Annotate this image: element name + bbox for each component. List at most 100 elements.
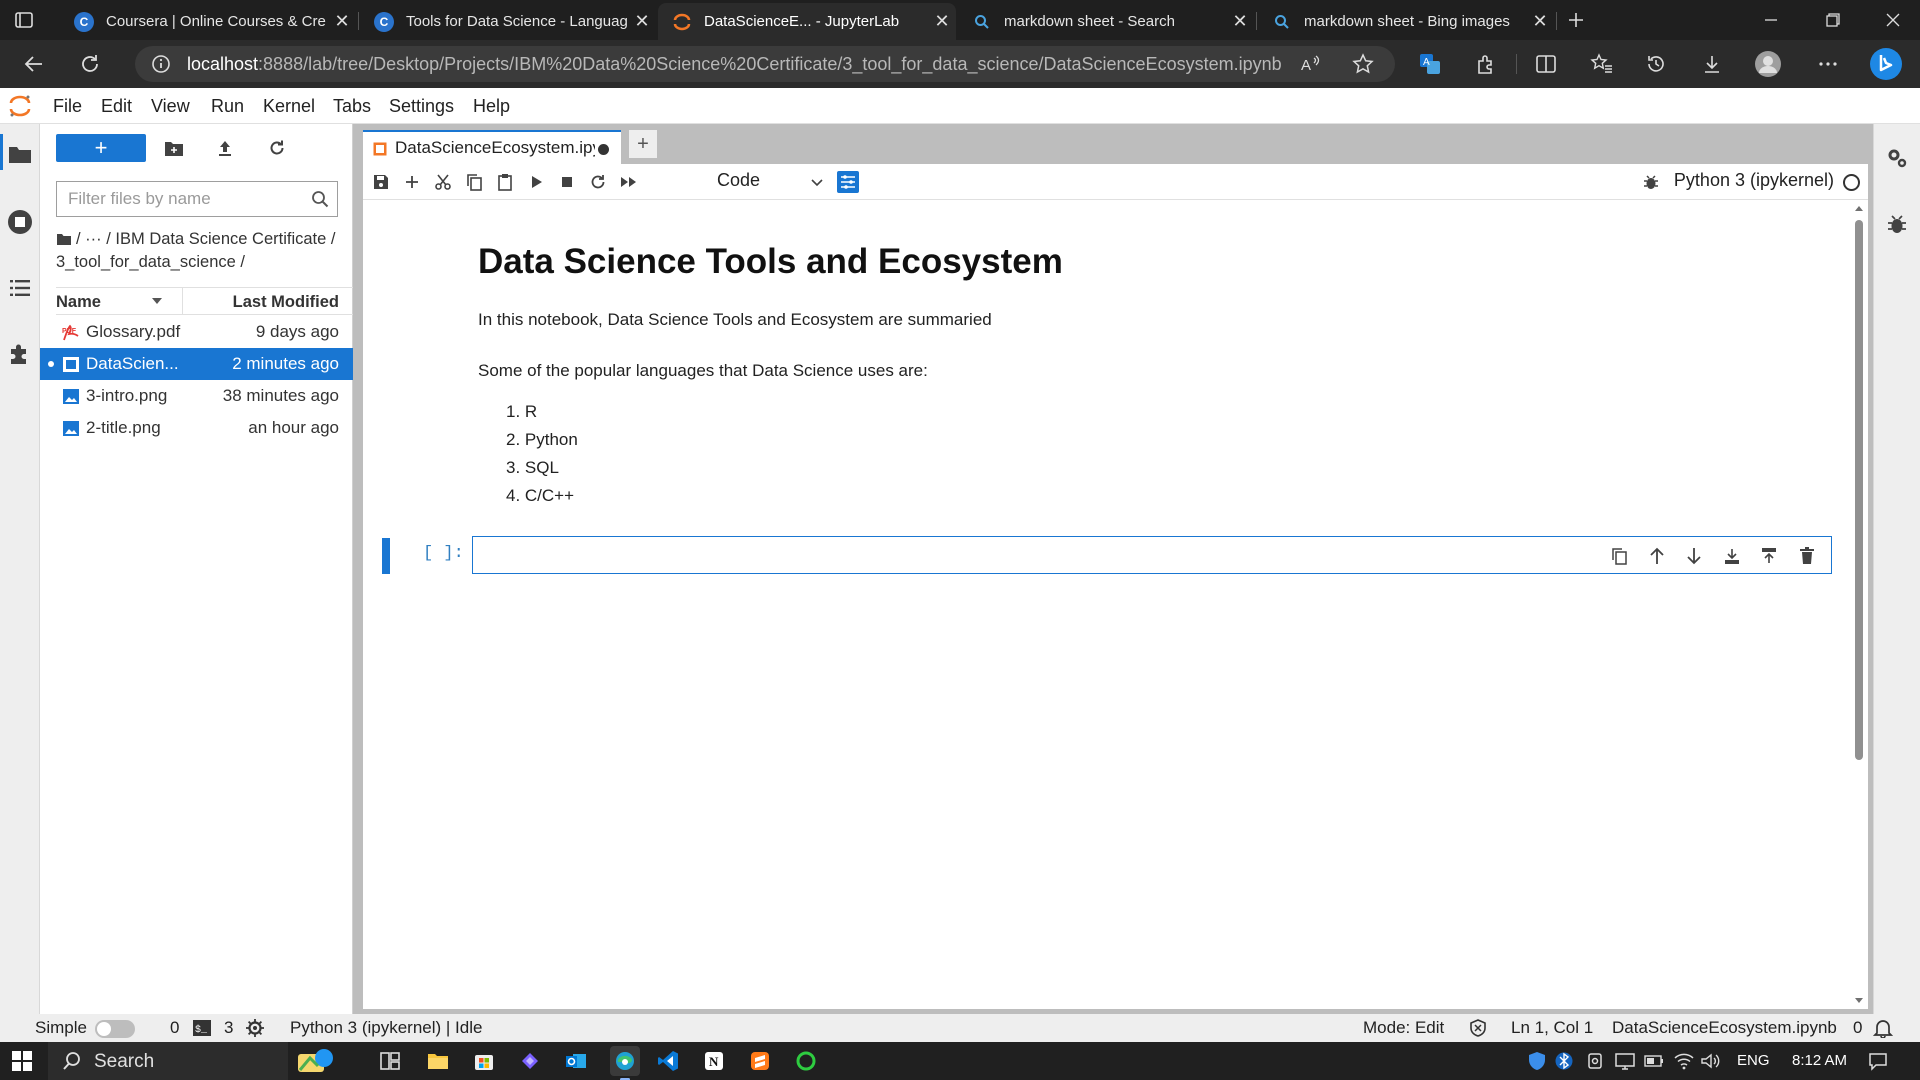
- minimize-icon[interactable]: [1748, 6, 1794, 34]
- menu-kernel[interactable]: Kernel: [263, 96, 315, 117]
- back-icon[interactable]: [18, 48, 50, 80]
- notebook-scrollbar[interactable]: [1850, 200, 1868, 1009]
- debugger-bug-icon[interactable]: [1883, 210, 1911, 238]
- file-row-title-png[interactable]: 2-title.png an hour ago: [40, 412, 353, 444]
- windows-start-icon[interactable]: [10, 1049, 34, 1073]
- wifi-icon[interactable]: [1672, 1049, 1696, 1073]
- debugger-bug-icon[interactable]: [1641, 172, 1661, 192]
- close-tab-icon[interactable]: ✕: [1226, 11, 1254, 32]
- browser-tab-bing-images[interactable]: markdown sheet - Bing images ✕: [1258, 3, 1554, 40]
- kernel-status-text[interactable]: Python 3 (ipykernel) | Idle: [290, 1018, 482, 1038]
- file-row-intro-png[interactable]: 3-intro.png 38 minutes ago: [40, 380, 353, 412]
- task-view-icon[interactable]: [378, 1049, 402, 1073]
- browser-tab-coursera[interactable]: C Coursera | Online Courses & Cre ✕: [60, 3, 356, 40]
- input-language[interactable]: ENG: [1737, 1052, 1770, 1069]
- delete-cell-trash-icon[interactable]: [1797, 546, 1817, 566]
- file-browser-folder-icon[interactable]: [6, 140, 34, 168]
- breadcrumb-path[interactable]: / ··· / IBM Data Science Certificate / 3…: [56, 230, 336, 271]
- insert-below-icon[interactable]: [1722, 546, 1742, 566]
- duplicate-cell-icon[interactable]: [1609, 546, 1629, 566]
- restore-icon[interactable]: [1810, 6, 1856, 34]
- favorites-icon[interactable]: [1586, 48, 1618, 80]
- insert-above-icon[interactable]: [1759, 546, 1779, 566]
- vscode-icon[interactable]: [656, 1049, 680, 1073]
- new-folder-icon[interactable]: [162, 136, 186, 160]
- menu-file[interactable]: File: [53, 96, 82, 117]
- filter-files-field[interactable]: [56, 181, 338, 217]
- cell-type-select[interactable]: Code: [717, 170, 827, 194]
- copy-icon[interactable]: [464, 172, 484, 192]
- url-field[interactable]: localhost:8888/lab/tree/Desktop/Projects…: [135, 46, 1395, 82]
- filter-files-input[interactable]: [57, 182, 297, 216]
- new-tab-icon[interactable]: [1552, 6, 1600, 34]
- column-last-modified[interactable]: Last Modified: [233, 293, 339, 312]
- notification-count[interactable]: 0: [1853, 1018, 1862, 1038]
- file-explorer-icon[interactable]: [426, 1049, 450, 1073]
- menu-edit[interactable]: Edit: [101, 96, 132, 117]
- scroll-down-arrow-icon[interactable]: [1854, 997, 1864, 1005]
- browser-tab-markdown-search[interactable]: markdown sheet - Search ✕: [958, 3, 1254, 40]
- kernel-gear-icon[interactable]: [246, 1019, 264, 1037]
- sublime-icon[interactable]: [748, 1049, 772, 1073]
- split-screen-icon[interactable]: [1530, 48, 1562, 80]
- history-icon[interactable]: [1640, 48, 1672, 80]
- column-divider[interactable]: [182, 288, 183, 315]
- unsaved-dot-icon[interactable]: [598, 144, 609, 155]
- battery-icon[interactable]: [1642, 1049, 1666, 1073]
- site-info-icon[interactable]: [145, 48, 177, 80]
- new-launcher-tab-button[interactable]: +: [629, 130, 657, 158]
- code-editor[interactable]: [472, 536, 1832, 574]
- tab-actions-icon[interactable]: [14, 10, 34, 30]
- file-row-datascience-notebook[interactable]: DataScien... 2 minutes ago: [40, 348, 353, 380]
- breadcrumb[interactable]: / ··· / IBM Data Science Certificate / 3…: [56, 228, 346, 274]
- menu-run[interactable]: Run: [211, 96, 244, 117]
- restart-kernel-icon[interactable]: [588, 172, 608, 192]
- microsoft-store-icon[interactable]: [472, 1049, 496, 1073]
- insert-cell-icon[interactable]: [402, 172, 422, 192]
- defender-shield-icon[interactable]: [1525, 1049, 1549, 1073]
- scroll-up-arrow-icon[interactable]: [1854, 204, 1864, 212]
- column-name[interactable]: Name: [56, 293, 101, 312]
- property-inspector-icon[interactable]: [837, 171, 859, 193]
- bing-copilot-icon[interactable]: [1868, 46, 1904, 82]
- simple-mode-toggle[interactable]: [95, 1020, 135, 1038]
- move-down-arrow-icon[interactable]: [1684, 546, 1704, 566]
- home-folder-icon[interactable]: [56, 232, 72, 246]
- close-tab-icon[interactable]: ✕: [1526, 11, 1554, 32]
- clock-time[interactable]: 8:12 AM: [1792, 1052, 1847, 1069]
- notebook-tab[interactable]: DataScienceEcosystem.ipynb: [363, 130, 621, 164]
- refresh-files-icon[interactable]: [265, 136, 289, 160]
- power-automate-icon[interactable]: [518, 1049, 542, 1073]
- kernel-name-button[interactable]: Python 3 (ipykernel): [1674, 170, 1834, 191]
- terminal-count[interactable]: 0: [170, 1018, 179, 1038]
- property-inspector-gears-icon[interactable]: [1883, 144, 1911, 172]
- display-icon[interactable]: [1613, 1049, 1637, 1073]
- file-row-glossary[interactable]: PDF Glossary.pdf 9 days ago: [40, 316, 353, 348]
- taskbar-search-box[interactable]: Search: [48, 1042, 333, 1080]
- paste-icon[interactable]: [495, 172, 515, 192]
- volume-icon[interactable]: [1698, 1049, 1722, 1073]
- extension-manager-puzzle-icon[interactable]: [6, 340, 34, 368]
- edge-browser-icon[interactable]: [610, 1046, 640, 1080]
- menu-view[interactable]: View: [151, 96, 190, 117]
- table-of-contents-icon[interactable]: [6, 274, 34, 302]
- upload-icon[interactable]: [213, 136, 237, 160]
- refresh-icon[interactable]: [74, 48, 106, 80]
- close-tab-icon[interactable]: ✕: [328, 11, 356, 32]
- interrupt-kernel-icon[interactable]: [557, 172, 577, 192]
- save-icon[interactable]: [371, 172, 391, 192]
- notion-icon[interactable]: N: [702, 1049, 726, 1073]
- scrollbar-thumb[interactable]: [1855, 220, 1863, 760]
- bluetooth-icon[interactable]: [1552, 1049, 1576, 1073]
- cell-collapser[interactable]: [382, 538, 390, 574]
- downloads-icon[interactable]: [1696, 48, 1728, 80]
- menu-tabs[interactable]: Tabs: [333, 96, 371, 117]
- outlook-icon[interactable]: [564, 1049, 588, 1073]
- trusted-shield-icon[interactable]: [1469, 1019, 1487, 1037]
- notification-center-icon[interactable]: [1866, 1049, 1890, 1073]
- browser-tab-tools[interactable]: C Tools for Data Science - Languag ✕: [360, 3, 656, 40]
- menu-settings[interactable]: Settings: [389, 96, 454, 117]
- browser-tab-jupyterlab[interactable]: DataScienceE... - JupyterLab ✕: [658, 3, 956, 40]
- terminal-icon[interactable]: $_: [193, 1020, 211, 1036]
- editor-mode[interactable]: Mode: Edit: [1363, 1018, 1444, 1038]
